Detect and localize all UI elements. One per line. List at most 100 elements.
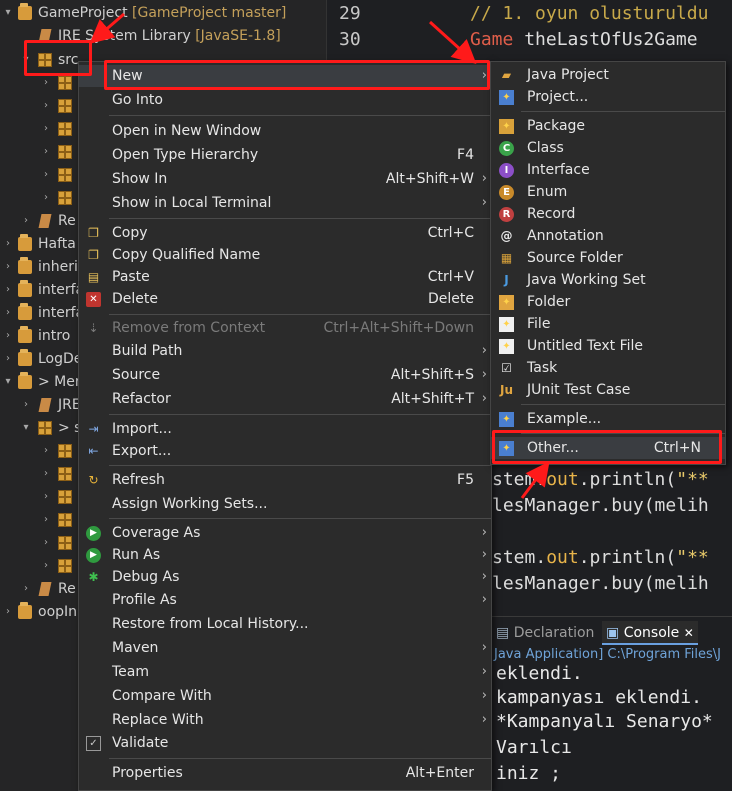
tree-item-label: JRE System Library: [58, 28, 191, 44]
menu-item-team[interactable]: Team ›: [79, 661, 491, 683]
submenu-item-project[interactable]: ✦ Project...: [491, 86, 725, 108]
submenu-item-other[interactable]: ✦ Other... Ctrl+N: [491, 437, 725, 459]
menu-item-validate[interactable]: ✓ Validate: [79, 732, 491, 754]
menu-item-source[interactable]: Source Alt+Shift+S ›: [79, 364, 491, 386]
console-panel[interactable]: ▤ Declaration ▣ Console ✕ Java Applicati…: [492, 616, 732, 791]
collapse-arrow-icon[interactable]: ›: [40, 141, 52, 163]
menu-item-show-in-local-terminal[interactable]: Show in Local Terminal ›: [79, 192, 491, 214]
menu-item-label: JUnit Test Case: [527, 382, 631, 398]
collapse-arrow-icon[interactable]: ›: [40, 532, 52, 554]
menu-item-delete[interactable]: ✕ Delete Delete: [79, 288, 491, 310]
submenu-item-junit-test-case[interactable]: Ju JUnit Test Case: [491, 379, 725, 401]
close-icon[interactable]: ✕: [684, 626, 694, 640]
new-task-icon: ☑: [501, 361, 512, 375]
tree-item-label: oopIn: [38, 604, 78, 620]
menu-item-run-as[interactable]: ▶ Run As ›: [79, 544, 491, 566]
tab-declaration[interactable]: ▤ Declaration: [496, 621, 594, 645]
menu-item-remove-from-context[interactable]: ⇣ Remove from Context Ctrl+Alt+Shift+Dow…: [79, 317, 491, 339]
submenu-item-java-working-set[interactable]: J Java Working Set: [491, 269, 725, 291]
package-icon: [58, 467, 72, 481]
submenu-item-folder[interactable]: ✦ Folder: [491, 291, 725, 313]
menu-item-restore-local-history[interactable]: Restore from Local History...: [79, 613, 491, 635]
package-icon: [58, 191, 72, 205]
code-comment: // 1. oyun olusturuldu: [470, 3, 709, 24]
submenu-item-enum[interactable]: E Enum: [491, 181, 725, 203]
collapse-arrow-icon[interactable]: ›: [20, 394, 32, 416]
code-line: stem.out.println("**: [492, 469, 709, 490]
menu-item-assign-working-sets[interactable]: Assign Working Sets...: [79, 493, 491, 515]
collapse-arrow-icon[interactable]: ›: [40, 509, 52, 531]
menu-item-refactor[interactable]: Refactor Alt+Shift+T ›: [79, 388, 491, 410]
menu-item-properties[interactable]: Properties Alt+Enter: [79, 762, 491, 784]
collapse-arrow-icon[interactable]: ›: [2, 256, 14, 278]
menu-item-refresh[interactable]: ↻ Refresh F5: [79, 469, 491, 491]
tab-console[interactable]: ▣ Console ✕: [602, 621, 698, 645]
collapse-arrow-icon[interactable]: ›: [2, 601, 14, 623]
menu-item-label: Java Project: [527, 67, 609, 83]
submenu-item-package[interactable]: ✦ Package: [491, 115, 725, 137]
menu-item-maven[interactable]: Maven ›: [79, 637, 491, 659]
collapse-arrow-icon[interactable]: ›: [20, 210, 32, 232]
collapse-arrow-icon[interactable]: ›: [2, 302, 14, 324]
code-line: lesManager.buy(melih: [492, 495, 709, 516]
menu-item-label: Paste: [112, 269, 150, 285]
expand-arrow-icon[interactable]: ▾: [2, 2, 14, 24]
collapse-arrow-icon[interactable]: ›: [40, 440, 52, 462]
menu-item-open-type-hierarchy[interactable]: Open Type Hierarchy F4: [79, 144, 491, 166]
menu-item-open-in-new-window[interactable]: Open in New Window: [79, 120, 491, 142]
collapse-arrow-icon[interactable]: ›: [2, 233, 14, 255]
submenu-item-untitled-text-file[interactable]: ✦ Untitled Text File: [491, 335, 725, 357]
menu-item-new[interactable]: New ›: [79, 65, 491, 87]
collapse-arrow-icon[interactable]: ›: [40, 463, 52, 485]
submenu-item-task[interactable]: ☑ Task: [491, 357, 725, 379]
expand-arrow-icon[interactable]: ▾: [20, 417, 32, 439]
console-output-line: iniz ;: [496, 763, 562, 784]
menu-item-debug-as[interactable]: ✱ Debug As ›: [79, 566, 491, 588]
menu-item-shortcut: Alt+Enter: [405, 765, 474, 781]
expand-arrow-icon[interactable]: ▾: [20, 49, 32, 71]
menu-item-coverage-as[interactable]: ▶ Coverage As ›: [79, 522, 491, 544]
submenu-item-annotation[interactable]: @ Annotation: [491, 225, 725, 247]
menu-item-label: Validate: [112, 735, 169, 751]
collapse-arrow-icon[interactable]: ›: [40, 486, 52, 508]
collapse-arrow-icon[interactable]: ›: [40, 164, 52, 186]
expand-arrow-icon[interactable]: ▾: [2, 371, 14, 393]
collapse-arrow-icon[interactable]: ›: [2, 279, 14, 301]
submenu-item-class[interactable]: C Class: [491, 137, 725, 159]
java-project-icon: ▰: [501, 68, 512, 82]
menu-item-copy-qualified-name[interactable]: ❐ Copy Qualified Name: [79, 244, 491, 266]
menu-item-copy[interactable]: ❐ Copy Ctrl+C: [79, 222, 491, 244]
submenu-item-java-project[interactable]: ▰ Java Project: [491, 64, 725, 86]
menu-item-profile-as[interactable]: Profile As ›: [79, 589, 491, 611]
project-icon: [18, 257, 32, 274]
menu-item-build-path[interactable]: Build Path ›: [79, 340, 491, 362]
menu-item-compare-with[interactable]: Compare With ›: [79, 685, 491, 707]
submenu-item-record[interactable]: R Record: [491, 203, 725, 225]
project-icon: [18, 372, 32, 389]
submenu-arrow-icon: ›: [481, 343, 487, 358]
menu-item-go-into[interactable]: Go Into: [79, 89, 491, 111]
submenu-item-interface[interactable]: I Interface: [491, 159, 725, 181]
menu-item-export[interactable]: ⇤ Export...: [79, 440, 491, 462]
collapse-arrow-icon[interactable]: ›: [20, 578, 32, 600]
collapse-arrow-icon[interactable]: ›: [2, 348, 14, 370]
submenu-arrow-icon: ›: [481, 664, 487, 679]
collapse-arrow-icon[interactable]: ›: [40, 95, 52, 117]
package-icon: [58, 444, 72, 458]
collapse-arrow-icon[interactable]: ›: [2, 325, 14, 347]
menu-item-label: Class: [527, 140, 564, 156]
library-icon: [38, 29, 52, 43]
menu-item-import[interactable]: ⇥ Import...: [79, 418, 491, 440]
collapse-arrow-icon[interactable]: ›: [40, 118, 52, 140]
menu-item-shortcut: Alt+Shift+W: [385, 171, 474, 187]
collapse-arrow-icon[interactable]: ›: [40, 187, 52, 209]
menu-item-show-in[interactable]: Show In Alt+Shift+W ›: [79, 168, 491, 190]
collapse-arrow-icon[interactable]: ›: [40, 72, 52, 94]
menu-item-replace-with[interactable]: Replace With ›: [79, 709, 491, 731]
submenu-item-source-folder[interactable]: ▦ Source Folder: [491, 247, 725, 269]
menu-item-paste[interactable]: ▤ Paste Ctrl+V: [79, 266, 491, 288]
collapse-arrow-icon[interactable]: ›: [40, 555, 52, 577]
code-token: stem.: [492, 547, 547, 568]
submenu-item-example[interactable]: ✦ Example...: [491, 408, 725, 430]
submenu-item-file[interactable]: ✦ File: [491, 313, 725, 335]
